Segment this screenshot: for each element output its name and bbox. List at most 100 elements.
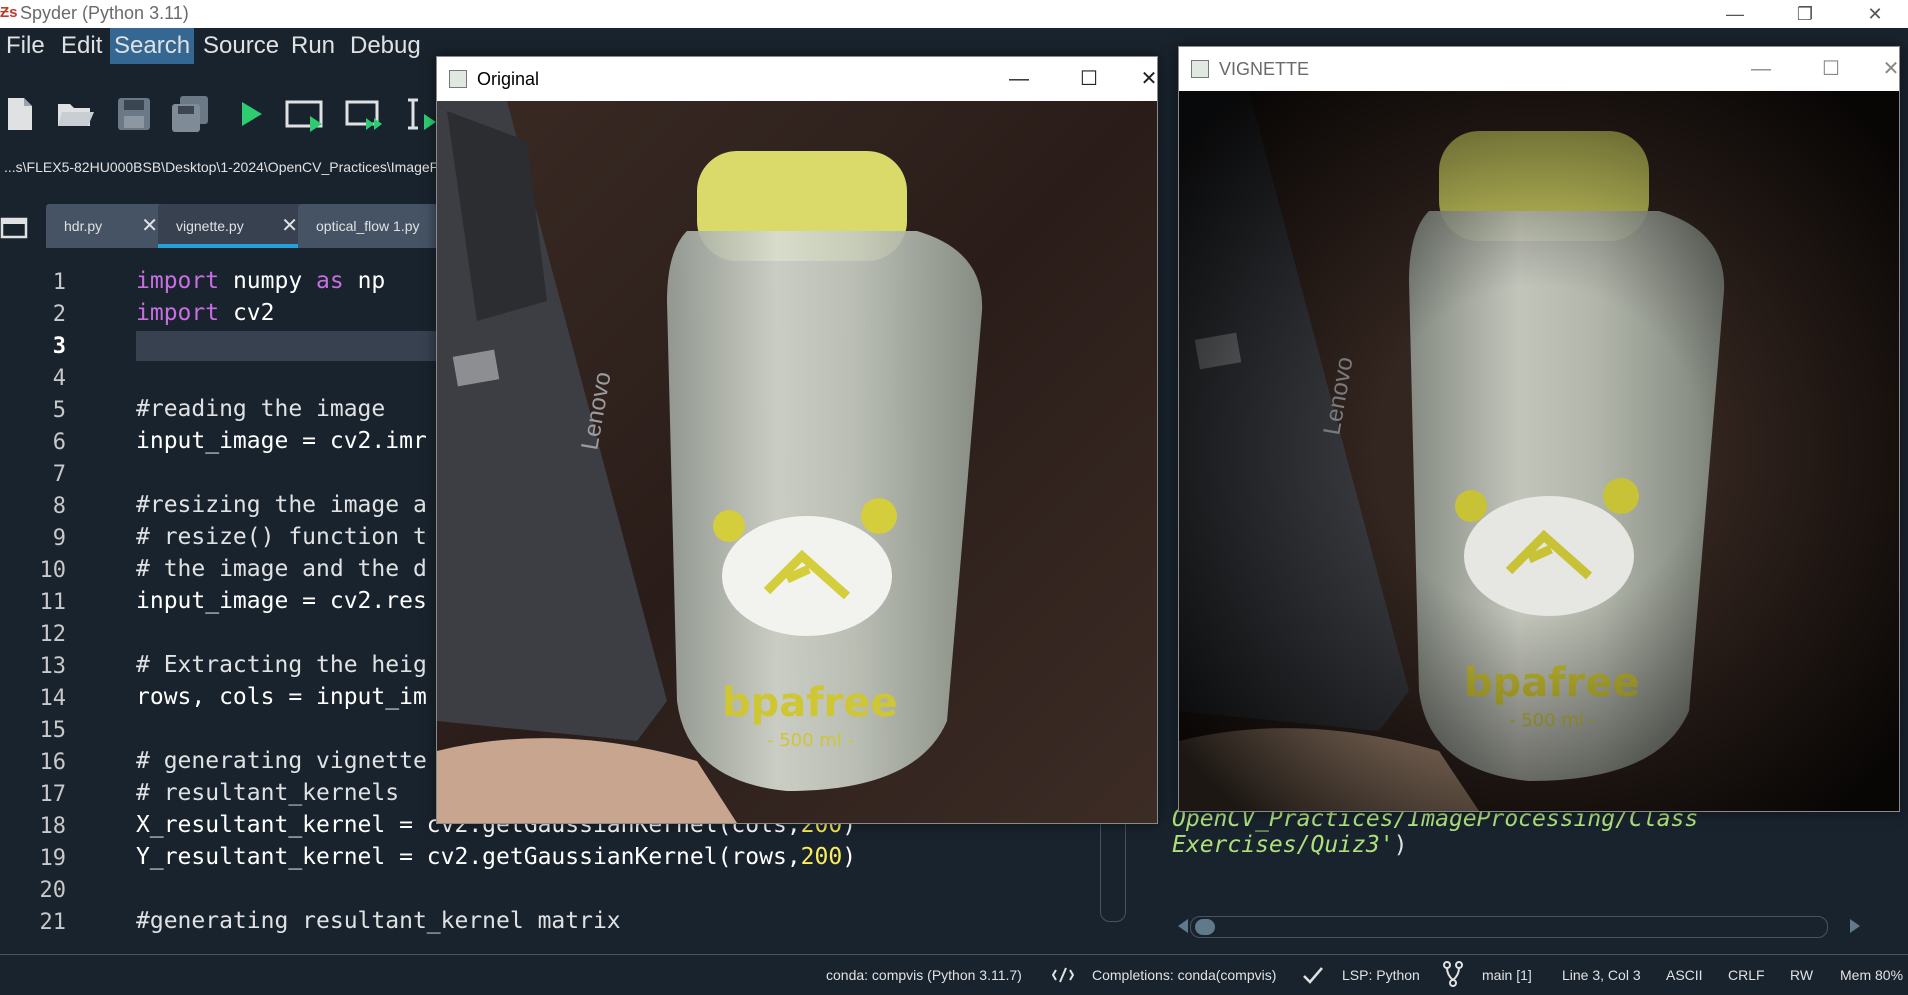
code-line: rows, cols = input_im xyxy=(136,684,427,710)
scroll-left-arrow-icon[interactable] xyxy=(1176,918,1190,934)
code-comment: # resultant_kernels xyxy=(136,780,400,806)
tab-vignette[interactable]: vignette.py ✕ xyxy=(158,204,308,248)
original-image-window[interactable]: Original — ☐ ✕ Lenovo bpafree - 500 ml - xyxy=(436,56,1158,824)
line-number: 13 xyxy=(39,654,67,679)
status-env: conda: compvis (Python 3.11.7) xyxy=(826,967,1022,983)
close-tab-icon[interactable]: ✕ xyxy=(281,204,298,248)
line-number: 11 xyxy=(39,590,67,615)
tab-hdr[interactable]: hdr.py ✕ xyxy=(46,204,168,248)
close-button[interactable]: ✕ xyxy=(1852,0,1898,28)
bottle-brand-label: bpafree xyxy=(722,680,898,726)
line-number: 19 xyxy=(39,846,67,871)
vignette-window-title: VIGNETTE xyxy=(1219,59,1310,79)
code-number: 200 xyxy=(800,844,843,870)
code-comment: #reading the image xyxy=(136,396,386,422)
status-git-branch: main [1] xyxy=(1482,967,1532,983)
maximize-button[interactable]: ☐ xyxy=(1067,63,1111,95)
line-number: 14 xyxy=(39,686,67,711)
menu-edit[interactable]: Edit xyxy=(57,28,106,64)
scroll-right-arrow-icon[interactable] xyxy=(1848,918,1862,934)
minimize-button[interactable]: — xyxy=(997,63,1041,95)
minimize-button[interactable]: — xyxy=(1739,53,1783,85)
menu-debug[interactable]: Debug xyxy=(346,28,425,64)
line-number: 9 xyxy=(52,526,66,551)
line-number: 16 xyxy=(39,750,67,775)
vignette-image-window[interactable]: VIGNETTE — ☐ ✕ Lenovo b xyxy=(1178,46,1900,812)
file-path-label: ...s\FLEX5-82HU000BSB\Desktop\1-2024\Ope… xyxy=(0,150,444,184)
ipython-console-output: OpenCV_Practices/ImageProcessing/Class E… xyxy=(1172,806,1698,858)
menu-run[interactable]: Run xyxy=(287,28,339,64)
console-line-2-end: ) xyxy=(1393,832,1408,858)
vignette-window-title-bar[interactable]: VIGNETTE — ☐ ✕ xyxy=(1179,47,1899,91)
status-permissions: RW xyxy=(1790,967,1814,983)
line-number: 4 xyxy=(52,366,66,391)
code-token: rows, cols = input_im xyxy=(136,684,427,710)
open-folder-icon[interactable] xyxy=(56,94,96,134)
run-cell-advance-icon[interactable] xyxy=(344,94,384,134)
line-number: 20 xyxy=(39,878,67,903)
close-button[interactable]: ✕ xyxy=(1869,53,1908,85)
vignette-image: Lenovo bpafree - 500 ml - xyxy=(1179,91,1899,811)
git-branch-icon xyxy=(1443,961,1463,987)
save-all-icon[interactable] xyxy=(170,94,210,134)
code-line: # the image and the d xyxy=(136,556,427,582)
current-line-highlight xyxy=(136,331,436,361)
code-line: #resizing the image a xyxy=(136,492,427,518)
bottle-photo: Lenovo bpafree - 500 ml - xyxy=(437,101,1157,823)
line-number: 6 xyxy=(52,430,66,455)
code-line: # generating vignette xyxy=(136,748,427,774)
run-cell-icon[interactable] xyxy=(284,94,324,134)
code-comment: # Extracting the heig xyxy=(136,652,427,678)
code-comment: # resize() function t xyxy=(136,524,427,550)
code-line: # Extracting the heig xyxy=(136,652,427,678)
original-window-title: Original xyxy=(477,69,540,89)
run-icon[interactable] xyxy=(230,94,270,134)
scrollbar-thumb[interactable] xyxy=(1195,919,1215,935)
code-comment: #generating resultant_kernel matrix xyxy=(136,908,621,934)
line-number: 7 xyxy=(52,462,66,487)
window-title: Spyder (Python 3.11) xyxy=(20,3,189,23)
bottle-volume-label: - 500 ml - xyxy=(767,730,854,751)
code-comment: #resizing the image a xyxy=(136,492,427,518)
line-number: 15 xyxy=(39,718,67,743)
browse-tabs-icon[interactable] xyxy=(0,216,28,240)
line-number: 18 xyxy=(39,814,67,839)
code-token: np xyxy=(343,268,386,294)
status-memory: Mem 80% xyxy=(1840,967,1904,983)
editor-tab-bar: hdr.py ✕ vignette.py ✕ optical_flow 1.py xyxy=(0,192,458,254)
code-token: input_image = cv2.imr xyxy=(136,428,427,454)
status-cursor-position: Line 3, Col 3 xyxy=(1562,967,1641,983)
tab-label: vignette.py xyxy=(176,218,244,234)
console-horizontal-scrollbar[interactable] xyxy=(1190,916,1828,938)
opencv-window-icon xyxy=(449,70,467,88)
line-number: 3 xyxy=(52,334,66,359)
menu-file[interactable]: File xyxy=(2,28,49,64)
status-completions: Completions: conda(compvis) xyxy=(1092,967,1277,983)
save-icon[interactable] xyxy=(114,94,154,134)
line-number-gutter: 1 2 3 4 5 6 7 8 9 10 11 12 13 14 15 16 17 18 19 20 21 xyxy=(0,254,126,944)
restore-button[interactable]: ❐ xyxy=(1782,0,1828,28)
close-tab-icon[interactable]: ✕ xyxy=(141,204,158,248)
code-token: input_image = cv2.res xyxy=(136,588,427,614)
spyder-logo-icon: Ƶs xyxy=(0,4,18,21)
menu-search[interactable]: Search xyxy=(110,28,195,64)
code-keyword: import xyxy=(136,300,220,326)
original-window-title-bar[interactable]: Original — ☐ ✕ xyxy=(437,57,1157,101)
code-token: numpy xyxy=(219,268,317,294)
tab-label: hdr.py xyxy=(64,218,103,234)
line-number: 8 xyxy=(52,494,66,519)
code-line: input_image = cv2.res xyxy=(136,588,427,614)
code-line: # resize() function t xyxy=(136,524,427,550)
minimize-button[interactable]: — xyxy=(1712,0,1758,28)
line-number: 2 xyxy=(52,302,66,327)
tab-optical-flow[interactable]: optical_flow 1.py xyxy=(298,204,458,248)
new-file-icon[interactable] xyxy=(0,94,40,134)
code-keyword: as xyxy=(316,268,344,294)
close-button[interactable]: ✕ xyxy=(1127,63,1171,95)
maximize-button[interactable]: ☐ xyxy=(1809,53,1853,85)
line-number: 5 xyxy=(52,398,66,423)
code-line: import numpy as np xyxy=(136,268,385,294)
line-number: 1 xyxy=(52,270,66,295)
menu-source[interactable]: Source xyxy=(199,28,283,64)
opencv-window-icon xyxy=(1191,60,1209,78)
